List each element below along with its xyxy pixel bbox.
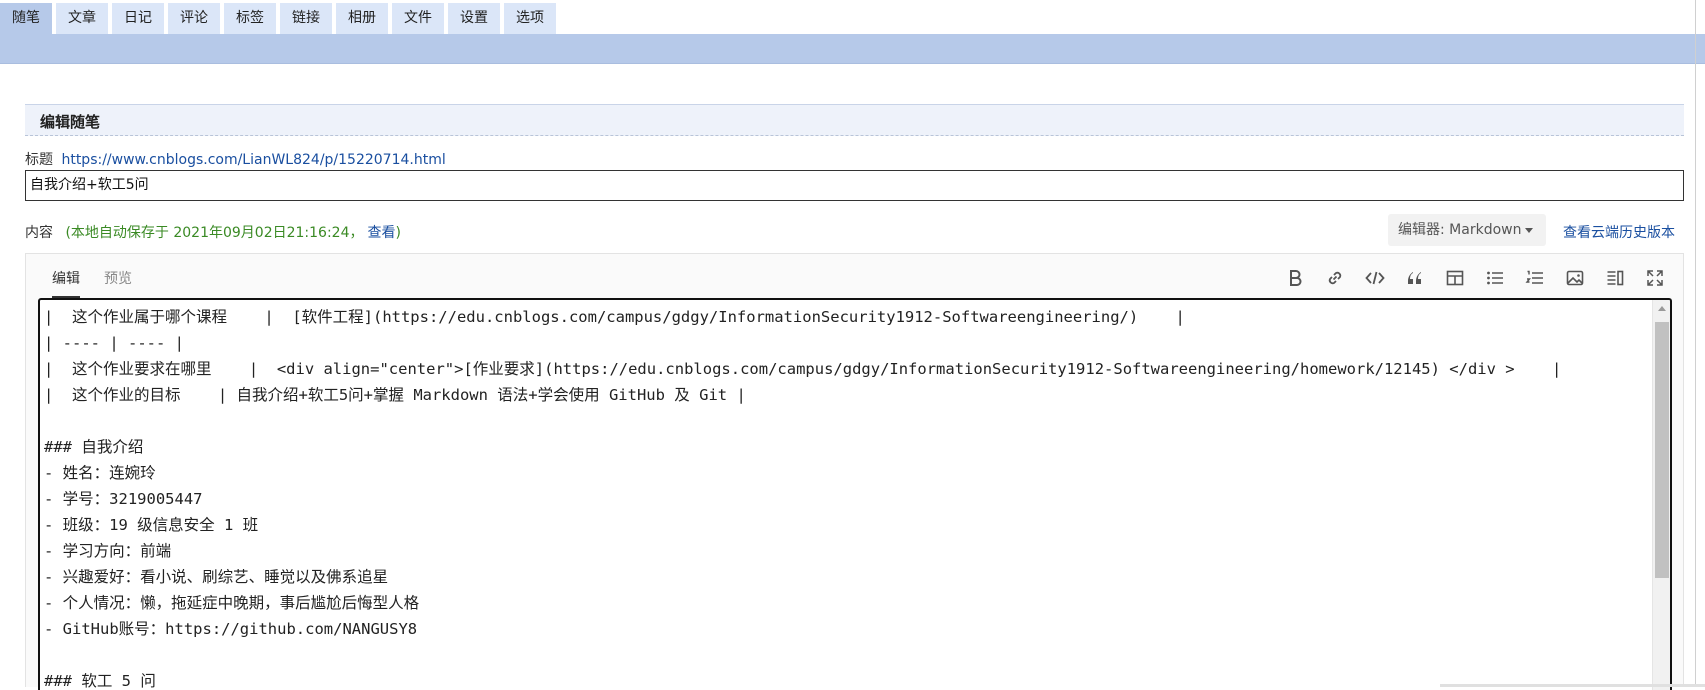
nav-tab[interactable]: 评论 [168,3,220,34]
page-right-border [1695,0,1696,687]
nav-tab[interactable]: 标签 [224,3,276,34]
editor-toolbar [1285,268,1665,288]
scroll-up-arrow-icon[interactable] [1658,306,1666,311]
title-row: 标题 https://www.cnblogs.com/LianWL824/p/1… [25,149,446,169]
autosave-status: (本地自动保存于 2021年09月02日21:16:24， 查看) [65,225,401,241]
nav-tab[interactable]: 文件 [392,3,444,34]
autosave-text: (本地自动保存于 2021年09月02日21:16:24， [65,225,364,241]
content-row: 内容 (本地自动保存于 2021年09月02日21:16:24， 查看) [25,222,401,242]
link-icon[interactable] [1325,268,1345,288]
code-line: - 姓名：连婉玲 [44,464,156,482]
code-line: | 这个作业的目标 | 自我介绍+软工5问+掌握 Markdown 语法+学会使… [44,386,746,404]
post-url-link[interactable]: https://www.cnblogs.com/LianWL824/p/1522… [61,152,445,168]
code-line: - 班级：19 级信息安全 1 班 [44,516,259,534]
image-icon[interactable] [1565,268,1585,288]
code-line: - GitHub账号：https://github.com/NANGUSY8 [44,620,418,638]
quote-icon[interactable] [1405,268,1425,288]
cloud-history-link[interactable]: 查看云端历史版本 [1563,222,1675,242]
nav-tab[interactable]: 文章 [56,3,108,34]
content-label: 内容 [25,225,53,241]
autosave-view-link[interactable]: 查看 [368,225,396,241]
code-line: - 学号：3219005447 [44,490,203,508]
code-line: | 这个作业要求在哪里 | <div align="center">[作业要求]… [44,360,1562,378]
table-icon[interactable] [1445,268,1465,288]
nav-tab[interactable]: 选项 [504,3,556,34]
section-header: 编辑随笔 [25,104,1684,136]
numbered-list-icon[interactable] [1525,268,1545,288]
chevron-down-icon [1525,227,1534,233]
section-title: 编辑随笔 [40,113,101,131]
code-line: - 学习方向：前端 [44,542,172,560]
nav-tab[interactable]: 相册 [336,3,388,34]
top-navigation: 随笔 文章 日记 评论 标签 链接 相册 文件 设置 选项 [0,0,1705,64]
nav-tabs: 随笔 文章 日记 评论 标签 链接 相册 文件 设置 选项 [0,3,556,34]
markdown-content: | 这个作业属于哪个课程 | [软件工程](https://edu.cnblog… [44,304,1644,690]
bullet-list-icon[interactable] [1485,268,1505,288]
markdown-textarea[interactable]: | 这个作业属于哪个课程 | [软件工程](https://edu.cnblog… [38,298,1672,690]
title-label: 标题 [25,152,53,168]
code-line: ### 自我介绍 [44,438,144,456]
editor-type-dropdown[interactable]: 编辑器: Markdown [1388,214,1546,246]
fullscreen-icon[interactable] [1645,268,1665,288]
code-line: | 这个作业属于哪个课程 | [软件工程](https://edu.cnblog… [44,308,1185,326]
scrollbar-thumb[interactable] [1655,322,1669,578]
code-line: | ---- | ---- | [44,334,184,352]
editor-type-label: 编辑器: Markdown [1398,222,1522,238]
title-input[interactable]: 自我介绍+软工5问 [25,170,1684,201]
autosave-close: ) [395,225,401,241]
nav-tab[interactable]: 日记 [112,3,164,34]
nav-tab[interactable]: 链接 [280,3,332,34]
bold-icon[interactable] [1285,268,1305,288]
tab-preview[interactable]: 预览 [104,268,132,298]
code-line: - 兴趣爱好：看小说、刷综艺、睡觉以及佛系追星 [44,568,389,586]
code-line: - 个人情况：懒，拖延症中晚期，事后尴尬后悔型人格 [44,594,420,612]
markdown-editor: 编辑 预览 | 这个作业属于哪个课程 | [软件工程](https://edu.… [25,253,1684,690]
split-view-icon[interactable] [1605,268,1625,288]
nav-tab[interactable]: 随笔 [0,3,52,34]
tab-edit[interactable]: 编辑 [52,268,80,298]
editor-mode-tabs: 编辑 预览 [52,268,132,298]
code-icon[interactable] [1365,268,1385,288]
nav-tab[interactable]: 设置 [448,3,500,34]
vertical-scrollbar[interactable] [1652,300,1670,690]
